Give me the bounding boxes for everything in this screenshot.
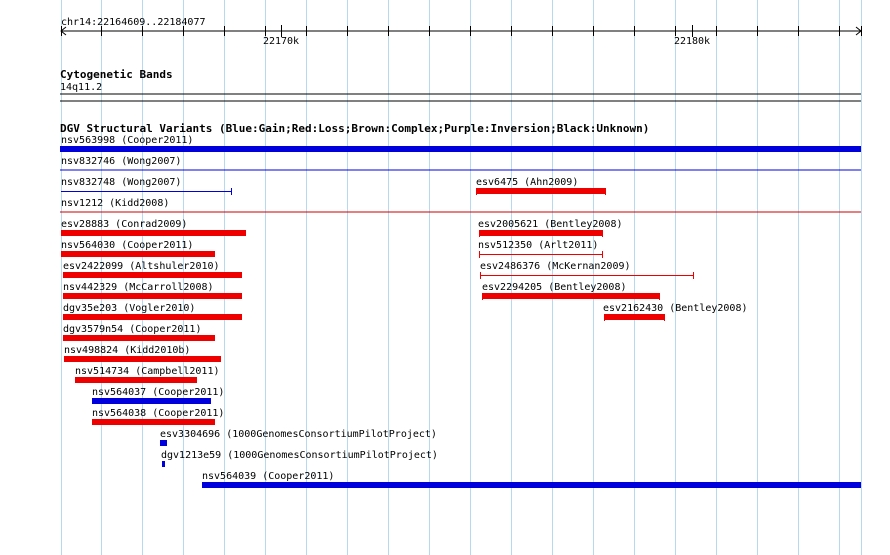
variant-bar[interactable] xyxy=(61,230,246,236)
variant-label[interactable]: nsv442329 (McCarroll2008) xyxy=(63,282,214,293)
variant-nsv563998[interactable]: nsv563998 (Cooper2011) xyxy=(60,135,861,152)
variant-label[interactable]: esv3304696 (1000GenomesConsortiumPilotPr… xyxy=(160,429,437,440)
variant-label[interactable]: esv2294205 (Bentley2008) xyxy=(482,282,627,293)
variant-nsv832746[interactable]: nsv832746 (Wong2007) xyxy=(61,156,181,167)
variant-bar[interactable] xyxy=(60,146,861,152)
genome-browser-canvas: chr14:22164609..22184077 22170k 22180k C… xyxy=(60,0,862,555)
variant-label[interactable]: nsv498824 (Kidd2010b) xyxy=(64,345,190,356)
cytoband-track-title: Cytogenetic Bands xyxy=(60,68,173,81)
variant-label[interactable]: esv28883 (Conrad2009) xyxy=(61,219,187,230)
variant-esv2486376[interactable]: esv2486376 (McKernan2009) xyxy=(480,261,694,279)
variant-esv3304696[interactable]: esv3304696 (1000GenomesConsortiumPilotPr… xyxy=(160,429,437,446)
variant-esv2422099[interactable]: esv2422099 (Altshuler2010) xyxy=(63,261,242,278)
variant-label[interactable]: esv6475 (Ahn2009) xyxy=(476,177,578,188)
variant-bar[interactable] xyxy=(160,440,167,446)
ruler: chr14:22164609..22184077 22170k 22180k xyxy=(60,17,862,47)
variant-nsv564039[interactable]: nsv564039 (Cooper2011) xyxy=(202,471,861,488)
variant-label[interactable]: nsv564038 (Cooper2011) xyxy=(92,408,224,419)
variant-bar[interactable] xyxy=(162,461,165,467)
variant-nsv514734[interactable]: nsv514734 (Campbell2011) xyxy=(75,366,220,383)
variant-nsv832748[interactable]: nsv832748 (Wong2007) xyxy=(61,177,232,195)
tick-label-22170k: 22170k xyxy=(263,36,299,47)
variant-nsv442329[interactable]: nsv442329 (McCarroll2008) xyxy=(63,282,242,299)
variant-bar[interactable] xyxy=(75,377,197,383)
dgv-track-title: DGV Structural Variants (Blue:Gain;Red:L… xyxy=(60,122,649,135)
variant-dgv3579n54[interactable]: dgv3579n54 (Cooper2011) xyxy=(63,324,215,341)
variant-esv2294205[interactable]: esv2294205 (Bentley2008) xyxy=(482,282,660,300)
variant-bar[interactable] xyxy=(92,398,211,404)
variant-label[interactable]: esv2005621 (Bentley2008) xyxy=(478,219,623,230)
variant-label[interactable]: dgv35e203 (Vogler2010) xyxy=(63,303,195,314)
variant-label[interactable]: nsv564039 (Cooper2011) xyxy=(202,471,334,482)
variant-dgv1213e59[interactable]: dgv1213e59 (1000GenomesConsortiumPilotPr… xyxy=(161,450,438,467)
variant-label[interactable]: esv2422099 (Altshuler2010) xyxy=(63,261,220,272)
variant-bar[interactable] xyxy=(92,419,215,425)
variant-bar[interactable] xyxy=(63,293,242,299)
variant-label[interactable]: nsv563998 (Cooper2011) xyxy=(61,135,193,146)
cytoband-track: Cytogenetic Bands 14q11.2 xyxy=(60,68,861,102)
variant-nsv1212[interactable]: nsv1212 (Kidd2008) xyxy=(61,198,169,209)
variant-label[interactable]: nsv514734 (Campbell2011) xyxy=(75,366,220,377)
variant-bar[interactable] xyxy=(63,314,242,320)
variant-bar[interactable] xyxy=(61,251,215,257)
variant-nsv498824[interactable]: nsv498824 (Kidd2010b) xyxy=(64,345,221,362)
variant-label[interactable]: nsv832748 (Wong2007) xyxy=(61,177,181,188)
variant-esv2005621[interactable]: esv2005621 (Bentley2008) xyxy=(478,219,623,237)
variant-label[interactable]: nsv564030 (Cooper2011) xyxy=(61,240,193,251)
variant-bar[interactable] xyxy=(63,335,215,341)
variant-nsv564037[interactable]: nsv564037 (Cooper2011) xyxy=(92,387,224,404)
variant-bar[interactable] xyxy=(63,272,242,278)
variant-features: nsv563998 (Cooper2011) nsv832746 (Wong200… xyxy=(60,135,861,488)
variant-bar[interactable] xyxy=(202,482,861,488)
variant-label[interactable]: nsv512350 (Arlt2011) xyxy=(478,240,598,251)
variant-label[interactable]: nsv832746 (Wong2007) xyxy=(61,156,181,167)
variant-label[interactable]: dgv1213e59 (1000GenomesConsortiumPilotPr… xyxy=(161,450,438,461)
variant-esv28883[interactable]: esv28883 (Conrad2009) xyxy=(61,219,246,236)
variant-label[interactable]: esv2162430 (Bentley2008) xyxy=(603,303,748,314)
variant-nsv564038[interactable]: nsv564038 (Cooper2011) xyxy=(92,408,224,425)
tick-label-22180k: 22180k xyxy=(674,36,710,47)
variant-label[interactable]: nsv564037 (Cooper2011) xyxy=(92,387,224,398)
variant-nsv564030[interactable]: nsv564030 (Cooper2011) xyxy=(61,240,215,257)
variant-label[interactable]: nsv1212 (Kidd2008) xyxy=(61,198,169,209)
variant-dgv35e203[interactable]: dgv35e203 (Vogler2010) xyxy=(63,303,242,320)
variant-esv6475[interactable]: esv6475 (Ahn2009) xyxy=(476,177,606,195)
cytoband-label: 14q11.2 xyxy=(60,82,102,93)
dgv-track: DGV Structural Variants (Blue:Gain;Red:L… xyxy=(60,122,861,488)
variant-label[interactable]: esv2486376 (McKernan2009) xyxy=(480,261,631,272)
variant-nsv512350[interactable]: nsv512350 (Arlt2011) xyxy=(478,240,603,258)
variant-bar[interactable] xyxy=(64,356,221,362)
variant-label[interactable]: dgv3579n54 (Cooper2011) xyxy=(63,324,201,335)
